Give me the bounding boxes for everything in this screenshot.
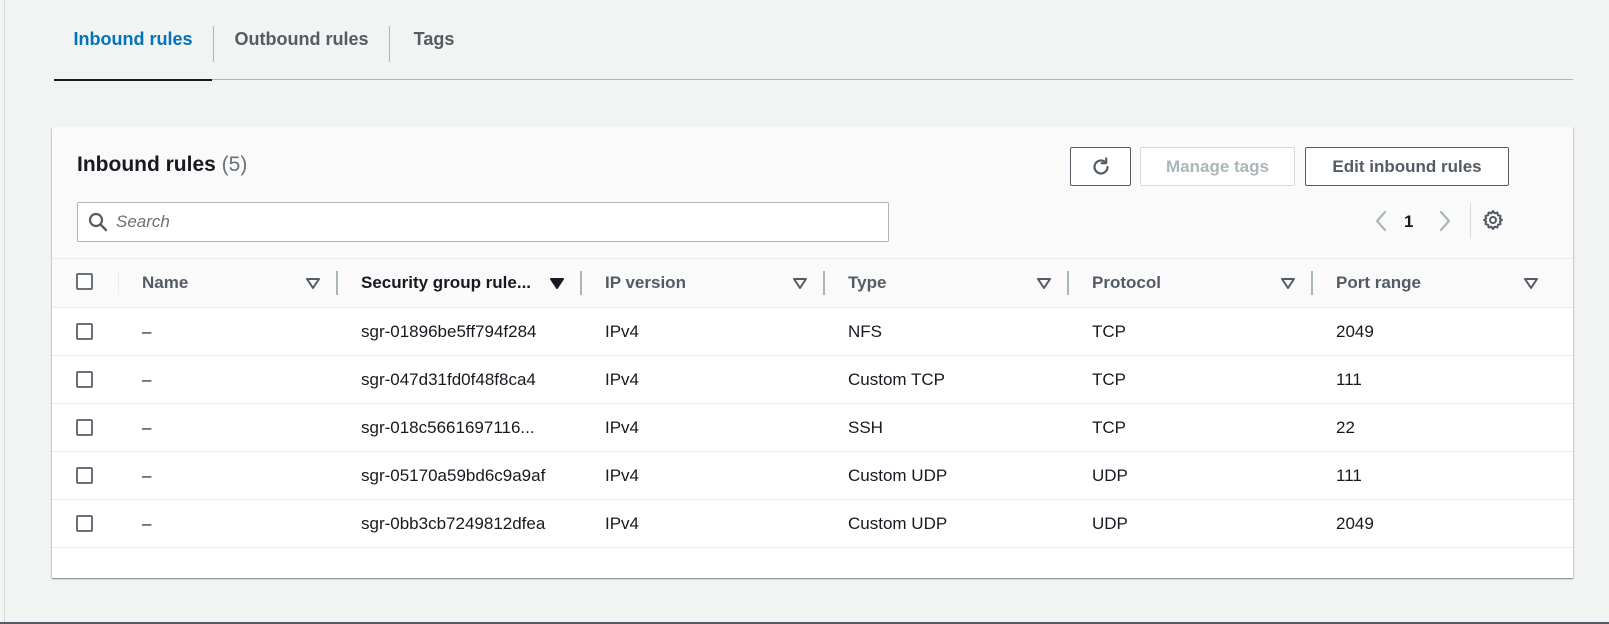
sort-caret-icon[interactable]	[305, 275, 321, 291]
cell-ip-version: IPv4	[605, 466, 640, 485]
page-left-border	[4, 0, 5, 624]
refresh-button[interactable]	[1070, 147, 1131, 186]
cell-port-range: 2049	[1336, 514, 1374, 533]
row-checkbox[interactable]	[76, 419, 93, 436]
column-header-protocol[interactable]: Protocol	[1092, 259, 1161, 307]
cell-ip-version: IPv4	[605, 322, 640, 341]
table-row[interactable]: – sgr-047d31fd0f48f8ca4 IPv4 Custom TCP …	[52, 356, 1573, 404]
cell-name: –	[142, 514, 152, 533]
column-header-ip-version[interactable]: IP version	[605, 259, 686, 307]
refresh-icon	[1092, 156, 1109, 175]
column-divider[interactable]	[1311, 271, 1313, 295]
select-all-checkbox[interactable]	[76, 273, 93, 290]
pager-divider	[1470, 203, 1471, 239]
column-divider[interactable]	[580, 271, 582, 295]
table-row[interactable]: – sgr-0bb3cb7249812dfea IPv4 Custom UDP …	[52, 500, 1573, 548]
row-checkbox[interactable]	[76, 323, 93, 340]
panel-title: Inbound rules (5)	[77, 153, 247, 177]
cell-protocol: TCP	[1092, 370, 1126, 389]
tab-bar: Inbound rules Outbound rules Tags	[54, 0, 1573, 81]
column-divider	[118, 271, 119, 295]
cell-protocol: TCP	[1092, 322, 1126, 341]
cell-ip-version: IPv4	[605, 514, 640, 533]
gear-icon[interactable]	[1482, 209, 1504, 231]
column-divider[interactable]	[823, 271, 825, 295]
cell-name: –	[142, 466, 152, 485]
tab-tags[interactable]: Tags	[390, 0, 478, 79]
cell-rule-id: sgr-018c5661697116...	[361, 418, 535, 437]
row-checkbox[interactable]	[76, 371, 93, 388]
column-divider[interactable]	[1067, 271, 1069, 295]
column-header-name[interactable]: Name	[142, 259, 188, 307]
manage-tags-button[interactable]: Manage tags	[1140, 147, 1295, 186]
chevron-right-icon[interactable]	[1437, 209, 1453, 233]
cell-protocol: UDP	[1092, 514, 1128, 533]
cell-type: Custom UDP	[848, 514, 948, 533]
search-input[interactable]	[116, 207, 876, 237]
cell-type: SSH	[848, 418, 883, 437]
cell-type: Custom UDP	[848, 466, 948, 485]
cell-protocol: UDP	[1092, 466, 1128, 485]
page-number[interactable]: 1	[1404, 212, 1413, 232]
search-box	[77, 202, 889, 242]
tab-inbound-rules[interactable]: Inbound rules	[54, 0, 212, 81]
cell-port-range: 2049	[1336, 322, 1374, 341]
chevron-left-icon[interactable]	[1373, 209, 1389, 233]
panel-header: Inbound rules (5) Manage tags Edit inbou…	[52, 127, 1573, 262]
sort-caret-icon[interactable]	[1036, 275, 1052, 291]
column-header-port-range[interactable]: Port range	[1336, 259, 1421, 307]
cell-ip-version: IPv4	[605, 370, 640, 389]
table-row[interactable]: – sgr-05170a59bd6c9a9af IPv4 Custom UDP …	[52, 452, 1573, 500]
column-header-rule-id[interactable]: Security group rule...	[361, 259, 531, 307]
sort-caret-icon[interactable]	[1280, 275, 1296, 291]
cell-rule-id: sgr-047d31fd0f48f8ca4	[361, 370, 536, 389]
edit-inbound-rules-button[interactable]: Edit inbound rules	[1305, 147, 1509, 186]
cell-rule-id: sgr-01896be5ff794f284	[361, 322, 537, 341]
cell-name: –	[142, 322, 152, 341]
table-row[interactable]: – sgr-018c5661697116... IPv4 SSH TCP 22	[52, 404, 1573, 452]
column-divider[interactable]	[336, 271, 338, 295]
cell-port-range: 22	[1336, 418, 1355, 437]
table-row[interactable]: – sgr-01896be5ff794f284 IPv4 NFS TCP 204…	[52, 308, 1573, 356]
tab-outbound-rules[interactable]: Outbound rules	[214, 0, 389, 79]
cell-rule-id: sgr-05170a59bd6c9a9af	[361, 466, 546, 485]
cell-name: –	[142, 370, 152, 389]
panel-title-text: Inbound rules	[77, 153, 216, 176]
cell-protocol: TCP	[1092, 418, 1126, 437]
search-icon	[88, 212, 108, 232]
cell-ip-version: IPv4	[605, 418, 640, 437]
sort-caret-icon[interactable]	[792, 275, 808, 291]
rule-count: (5)	[221, 153, 248, 176]
column-header-type[interactable]: Type	[848, 259, 886, 307]
row-checkbox[interactable]	[76, 467, 93, 484]
sort-caret-icon[interactable]	[1523, 275, 1539, 291]
cell-name: –	[142, 418, 152, 437]
row-checkbox[interactable]	[76, 515, 93, 532]
inbound-rules-panel: Inbound rules (5) Manage tags Edit inbou…	[52, 127, 1573, 578]
table-header: Name Security group rule... IP version T…	[52, 258, 1573, 308]
cell-type: NFS	[848, 322, 882, 341]
cell-port-range: 111	[1336, 466, 1362, 485]
cell-type: Custom TCP	[848, 370, 945, 389]
cell-port-range: 111	[1336, 370, 1362, 389]
cell-rule-id: sgr-0bb3cb7249812dfea	[361, 514, 546, 533]
sort-caret-icon[interactable]	[549, 275, 565, 291]
